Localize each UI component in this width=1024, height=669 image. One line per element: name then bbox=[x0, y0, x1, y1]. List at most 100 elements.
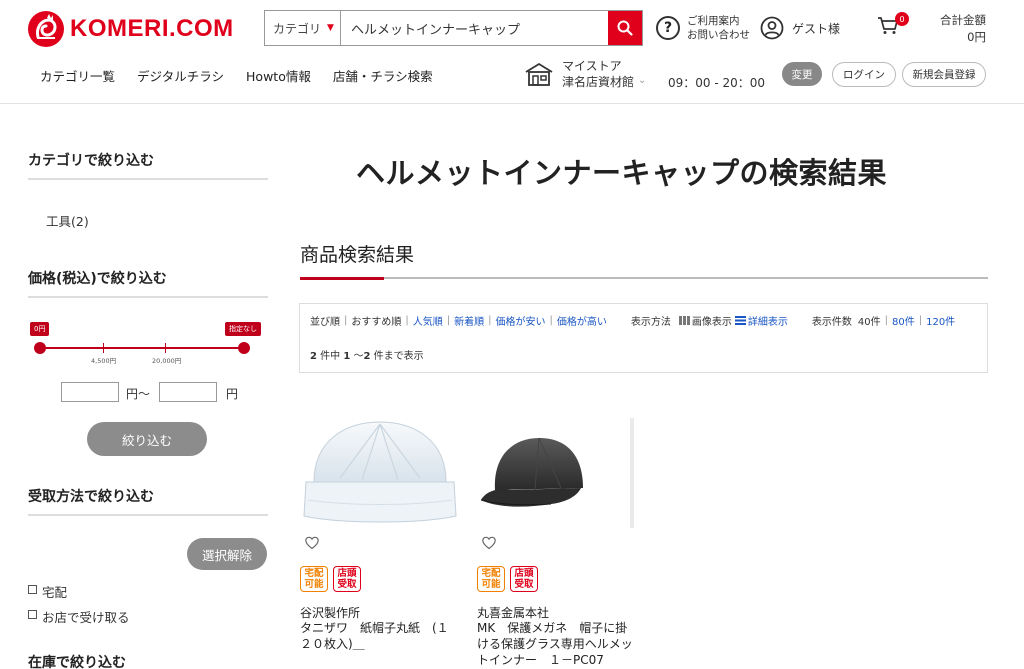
guest-account-link[interactable]: ゲスト様 bbox=[760, 16, 840, 40]
view-detail[interactable]: 詳細表示 bbox=[748, 313, 788, 328]
clear-selection-button[interactable]: 選択解除 bbox=[187, 538, 267, 570]
pickup-delivery-checkbox[interactable] bbox=[28, 585, 37, 594]
store-pickup-badge: 店頭 受取 bbox=[333, 566, 361, 592]
pickup-delivery-label: 宅配 bbox=[42, 585, 68, 600]
price-filter-title: 価格(税込)で絞り込む bbox=[28, 271, 167, 287]
result-total: 2 bbox=[310, 351, 317, 362]
help-contact-label: お問い合わせ bbox=[687, 29, 750, 41]
sort-popular[interactable]: 人気順 bbox=[413, 313, 443, 328]
section-title: 商品検索結果 bbox=[300, 244, 415, 266]
price-max-tag: 指定なし bbox=[225, 322, 261, 336]
question-icon: ? bbox=[656, 16, 680, 40]
count-80[interactable]: 80件 bbox=[892, 313, 915, 328]
price-slider-track[interactable] bbox=[40, 347, 244, 349]
cart-total-label: 合計金額 bbox=[940, 13, 986, 27]
price-min-handle[interactable] bbox=[34, 342, 46, 354]
grid-view-icon bbox=[678, 316, 690, 325]
price-unit-to: 円 bbox=[226, 387, 239, 401]
divider bbox=[300, 277, 988, 279]
result-count: 2 件中 1 〜2 件まで表示 bbox=[310, 347, 424, 362]
product-maker: 丸喜金属本社 bbox=[477, 606, 550, 620]
result-text: 件中 bbox=[320, 351, 341, 362]
cart-count-badge: 0 bbox=[895, 12, 909, 26]
chevron-down-icon: ▼ bbox=[327, 23, 334, 33]
store-name: 津名店資材館 bbox=[562, 75, 635, 89]
product-name-link[interactable]: タニザワ 紙帽子丸紙 (１２０枚入)＿ bbox=[300, 620, 460, 652]
search-icon bbox=[617, 20, 633, 36]
pickup-store-label: お店で受け取る bbox=[42, 610, 130, 625]
product-image[interactable] bbox=[477, 410, 632, 532]
change-store-button[interactable]: 変更 bbox=[782, 62, 822, 86]
delivery-available-badge: 宅配 可能 bbox=[477, 566, 505, 592]
search-button[interactable] bbox=[608, 11, 642, 45]
main-nav: カテゴリ一覧 デジタルチラシ Howto情報 店舗・チラシ検索 bbox=[40, 66, 433, 85]
sort-toolbar: 並び順 | おすすめ順 | 人気順 | 新着順 | 価格が安い | 価格が高い 表示方法 … bbox=[299, 303, 988, 373]
nav-store-search[interactable]: 店舗・チラシ検索 bbox=[333, 66, 433, 85]
divider bbox=[28, 296, 268, 298]
login-button[interactable]: ログイン bbox=[832, 62, 896, 87]
slider-tick-label: 20,000円 bbox=[152, 357, 182, 365]
slider-tick bbox=[103, 343, 104, 353]
count-120[interactable]: 120件 bbox=[926, 313, 955, 328]
view-image[interactable]: 画像表示 bbox=[692, 313, 732, 328]
pickup-store-checkbox[interactable] bbox=[28, 610, 37, 619]
cart-total-amount: 0円 bbox=[967, 30, 986, 44]
guest-label: ゲスト様 bbox=[792, 21, 841, 36]
result-to: 2 bbox=[363, 351, 371, 362]
favorite-heart-icon[interactable] bbox=[305, 536, 319, 550]
slider-tick-label: 4,500円 bbox=[91, 357, 117, 365]
logo-text: KOMERI.COM bbox=[70, 15, 234, 42]
help-link[interactable]: ? ご利用案内 お問い合わせ bbox=[656, 14, 750, 42]
carousel-edge bbox=[630, 418, 634, 528]
slider-tick bbox=[165, 343, 166, 353]
sort-newest[interactable]: 新着順 bbox=[454, 313, 484, 328]
nav-category-list[interactable]: カテゴリ一覧 bbox=[40, 66, 115, 85]
price-min-input[interactable] bbox=[61, 382, 119, 402]
search-category-select[interactable]: カテゴリ ▼ bbox=[265, 11, 341, 45]
badge-text: 店頭 受取 bbox=[337, 568, 357, 590]
cart-button[interactable]: 0 bbox=[877, 12, 909, 40]
section-accent bbox=[300, 277, 384, 280]
help-guide-label: ご利用案内 bbox=[687, 15, 740, 27]
price-unit-from: 円〜 bbox=[126, 387, 151, 401]
favorite-heart-icon[interactable] bbox=[482, 536, 496, 550]
user-icon bbox=[760, 16, 784, 40]
nav-digital-flyer[interactable]: デジタルチラシ bbox=[137, 66, 224, 85]
badge-text: 宅配 可能 bbox=[481, 568, 501, 590]
list-view-icon bbox=[734, 316, 746, 325]
sort-recommended[interactable]: おすすめ順 bbox=[351, 313, 401, 328]
site-header: KOMERI.COM カテゴリ ▼ ? ご利用案内 お問い合わせ ゲスト様 0 … bbox=[0, 0, 1024, 104]
store-hours: 09：00 - 20：00 bbox=[668, 76, 766, 90]
product-image[interactable] bbox=[300, 410, 460, 532]
result-text: 〜 bbox=[353, 351, 364, 362]
product-name-link[interactable]: MK 保護メガネ 帽子に掛ける保護グラス専用ヘルメットインナー １－PC07 bbox=[477, 620, 637, 668]
view-label: 表示方法 bbox=[630, 317, 671, 328]
sort-price-high[interactable]: 価格が高い bbox=[557, 313, 607, 328]
category-filter-tools[interactable]: 工具(2) bbox=[46, 211, 89, 230]
sort-price-low[interactable]: 価格が安い bbox=[496, 313, 546, 328]
price-max-handle[interactable] bbox=[238, 342, 250, 354]
search-bar: カテゴリ ▼ bbox=[264, 10, 643, 46]
nav-howto[interactable]: Howto情報 bbox=[246, 66, 311, 85]
rooster-logo-icon bbox=[28, 11, 64, 47]
my-store-label: マイストア bbox=[562, 59, 622, 73]
search-category-label: カテゴリ bbox=[273, 21, 322, 36]
price-filter-button[interactable]: 絞り込む bbox=[87, 422, 207, 456]
divider bbox=[28, 514, 268, 516]
chevron-down-icon: ⌄ bbox=[638, 74, 647, 86]
delivery-available-badge: 宅配 可能 bbox=[300, 566, 328, 592]
count-40[interactable]: 40件 bbox=[858, 313, 881, 328]
stock-filter-title: 在庫で絞り込む bbox=[28, 655, 126, 669]
komeri-logo[interactable]: KOMERI.COM bbox=[28, 11, 234, 47]
my-store[interactable]: マイストア 津名店資材館 ⌄ bbox=[524, 58, 646, 90]
register-button[interactable]: 新規会員登録 bbox=[902, 62, 986, 87]
search-input[interactable] bbox=[341, 11, 608, 45]
count-label: 表示件数 bbox=[811, 317, 852, 328]
pickup-filter-title: 受取方法で絞り込む bbox=[28, 489, 154, 505]
store-pickup-badge: 店頭 受取 bbox=[510, 566, 538, 592]
divider bbox=[28, 178, 268, 180]
price-max-input[interactable] bbox=[159, 382, 217, 402]
badge-text: 宅配 可能 bbox=[304, 568, 324, 590]
product-maker: 谷沢製作所 bbox=[300, 606, 361, 620]
price-min-tag: 0円 bbox=[30, 322, 50, 336]
